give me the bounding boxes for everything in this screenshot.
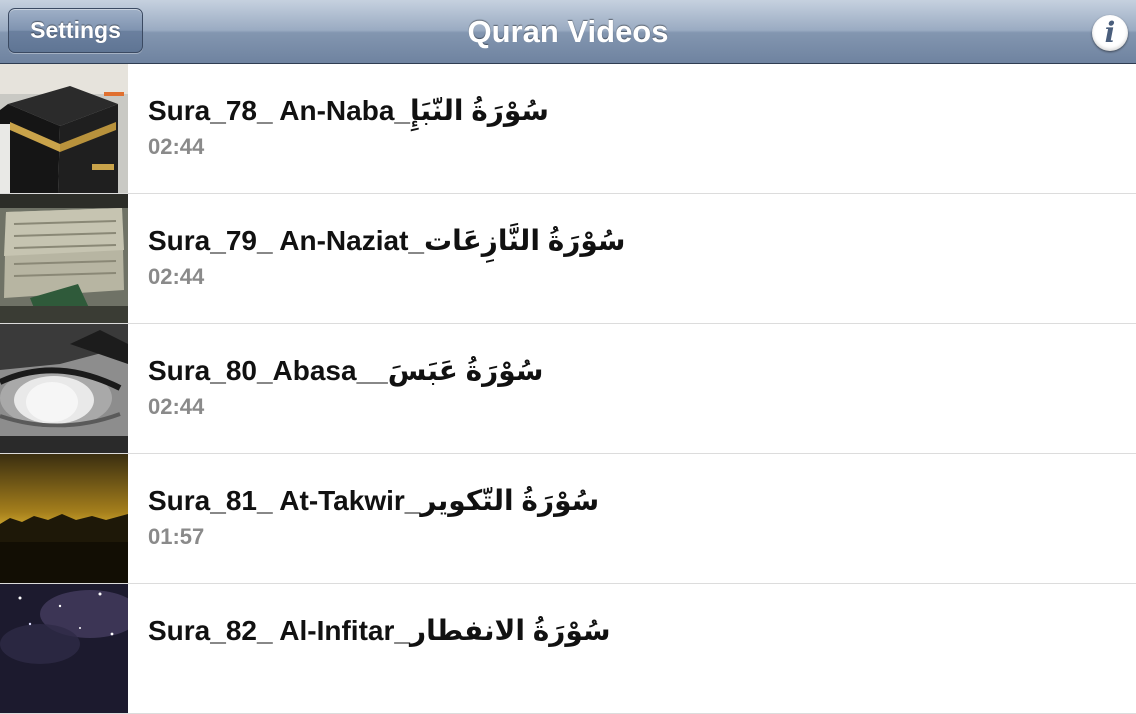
quran-book-thumbnail xyxy=(0,194,128,323)
eye-thumbnail xyxy=(0,324,128,453)
settings-button[interactable]: Settings xyxy=(8,8,143,53)
video-duration: 02:44 xyxy=(148,264,205,289)
kaaba-thumbnail xyxy=(0,64,128,193)
video-title: Sura_80_Abasa__سُوْرَةُ عَبَسَ xyxy=(148,355,544,386)
video-title: Sura_78_ An-Naba_سُوْرَةُ النّبَإِ xyxy=(148,95,549,126)
page-title: Quran Videos xyxy=(467,14,669,49)
video-title: Sura_81_ At-Takwir_سُوْرَةُ التّكوير xyxy=(148,485,600,516)
info-button[interactable]: i xyxy=(1092,15,1128,51)
video-duration: 02:44 xyxy=(148,134,205,159)
night-sky-thumbnail xyxy=(0,584,128,713)
video-duration: 02:44 xyxy=(148,394,205,419)
video-row-sura-79[interactable]: Sura_79_ An-Naziat_سُوْرَةُ النَّازِعَات… xyxy=(0,194,1136,324)
video-row-sura-81[interactable]: Sura_81_ At-Takwir_سُوْرَةُ التّكوير 01:… xyxy=(0,454,1136,584)
video-list[interactable]: Sura_78_ An-Naba_سُوْرَةُ النّبَإِ 02:44… xyxy=(0,64,1136,714)
video-row-sura-80[interactable]: Sura_80_Abasa__سُوْرَةُ عَبَسَ 02:44 xyxy=(0,324,1136,454)
video-title: Sura_82_ Al-Infitar_سُوْرَةُ الانفطار xyxy=(148,615,611,646)
video-duration: 01:57 xyxy=(148,524,205,549)
video-row-sura-78[interactable]: Sura_78_ An-Naba_سُوْرَةُ النّبَإِ 02:44 xyxy=(0,64,1136,194)
video-title: Sura_79_ An-Naziat_سُوْرَةُ النَّازِعَات xyxy=(148,225,626,256)
navigation-bar: Settings Quran Videos i xyxy=(0,0,1136,64)
sunset-thumbnail xyxy=(0,454,128,583)
video-row-sura-82[interactable]: Sura_82_ Al-Infitar_سُوْرَةُ الانفطار xyxy=(0,584,1136,714)
